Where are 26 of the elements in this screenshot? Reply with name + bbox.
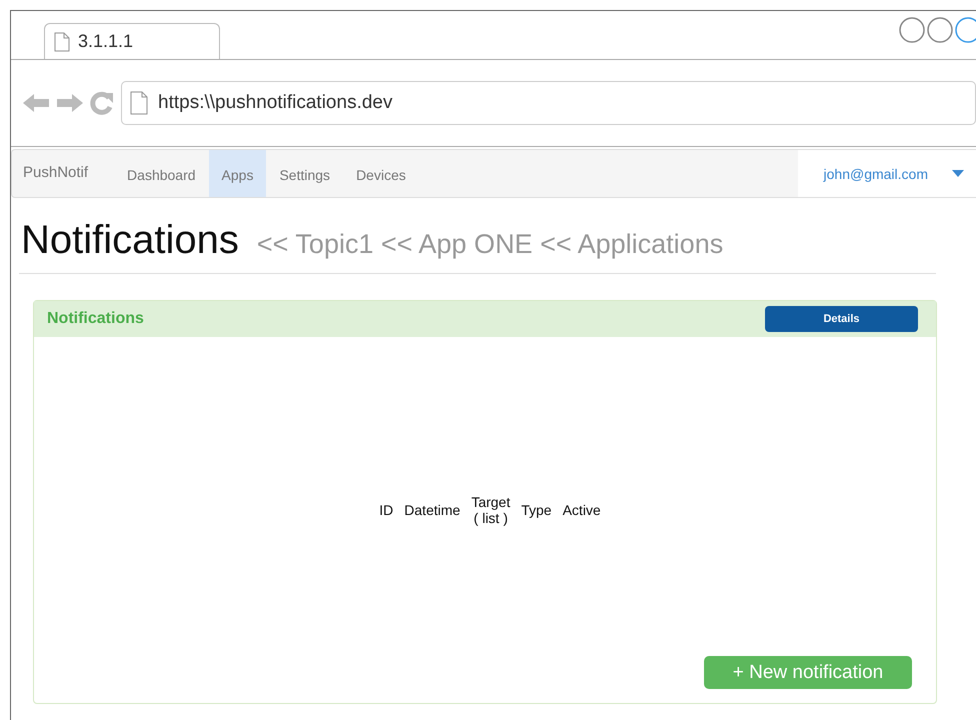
nav-item[interactable]: Apps: [208, 150, 266, 197]
page-icon: [130, 91, 148, 115]
column-header: Active: [562, 502, 601, 518]
browser-tab[interactable]: 3.1.1.1: [44, 23, 220, 59]
details-button[interactable]: Details: [765, 306, 918, 332]
forward-arrow-icon[interactable]: [55, 91, 85, 115]
breadcrumb: << Topic1 << App ONE << Applications: [256, 229, 724, 260]
page-icon: [54, 32, 70, 52]
reload-icon[interactable]: [89, 90, 115, 116]
back-arrow-icon[interactable]: [21, 91, 51, 115]
nav-item[interactable]: Dashboard: [114, 150, 209, 197]
new-notification-button[interactable]: + New notification: [704, 656, 912, 689]
address-field[interactable]: https:\\pushnotifications.dev: [121, 81, 976, 125]
circle-icon[interactable]: [898, 16, 926, 44]
user-menu[interactable]: john@gmail.com: [798, 150, 976, 197]
caret-icon: [952, 170, 964, 178]
column-header: Type: [521, 502, 552, 518]
nav-item[interactable]: Settings: [266, 150, 344, 197]
page-title: Notifications: [21, 218, 239, 263]
column-header: Datetime: [404, 502, 460, 518]
column-header: Target ( list ): [471, 494, 510, 526]
column-header: ID: [379, 502, 394, 518]
nav-item[interactable]: Devices: [343, 150, 419, 197]
brand-link[interactable]: PushNotif: [12, 150, 98, 197]
panel-title: Notifications: [47, 310, 144, 328]
circle-icon[interactable]: [926, 16, 954, 44]
